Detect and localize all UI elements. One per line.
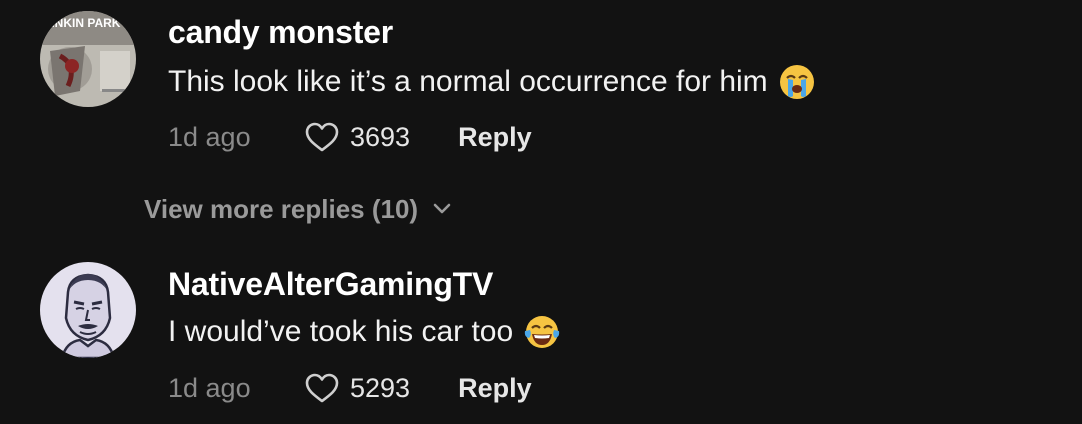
timestamp: 1d ago xyxy=(168,121,251,152)
comment-text-content: I would’ve took his car too xyxy=(168,315,514,348)
chevron-down-icon xyxy=(433,203,451,214)
comment-text-content: This look like it’s a normal occurrence … xyxy=(168,65,768,98)
comment-meta: 1d ago 5293 Reply xyxy=(168,370,532,406)
reply-button[interactable]: Reply xyxy=(458,122,532,153)
like-button[interactable]: 5293 xyxy=(304,372,410,404)
username[interactable]: NativeAlterGamingTV xyxy=(168,266,493,303)
heart-icon xyxy=(305,373,339,403)
svg-text:LINKIN PARK: LINKIN PARK xyxy=(44,16,121,30)
album-art-avatar: LINKIN PARK xyxy=(40,11,136,107)
comment-text: I would’ve took his car too xyxy=(168,312,561,352)
comment-meta: 1d ago 3693 Reply xyxy=(168,119,532,155)
avatar[interactable] xyxy=(40,262,136,358)
view-more-replies-button[interactable]: View more replies (10) xyxy=(144,190,452,228)
heart-icon xyxy=(305,122,339,152)
username[interactable]: candy monster xyxy=(168,14,393,51)
avatar[interactable]: LINKIN PARK xyxy=(40,11,136,107)
comment-text: This look like it’s a normal occurrence … xyxy=(168,62,816,102)
timestamp: 1d ago xyxy=(168,372,251,403)
like-count: 5293 xyxy=(350,372,411,403)
loudly-crying-face-icon xyxy=(778,63,816,101)
like-button[interactable]: 3693 xyxy=(304,121,410,153)
reply-button[interactable]: Reply xyxy=(458,373,532,404)
view-more-replies-label: View more replies (10) xyxy=(144,193,419,224)
cartoon-face-avatar xyxy=(40,262,136,358)
face-with-tears-of-joy-icon xyxy=(523,313,561,351)
like-count: 3693 xyxy=(350,121,411,152)
